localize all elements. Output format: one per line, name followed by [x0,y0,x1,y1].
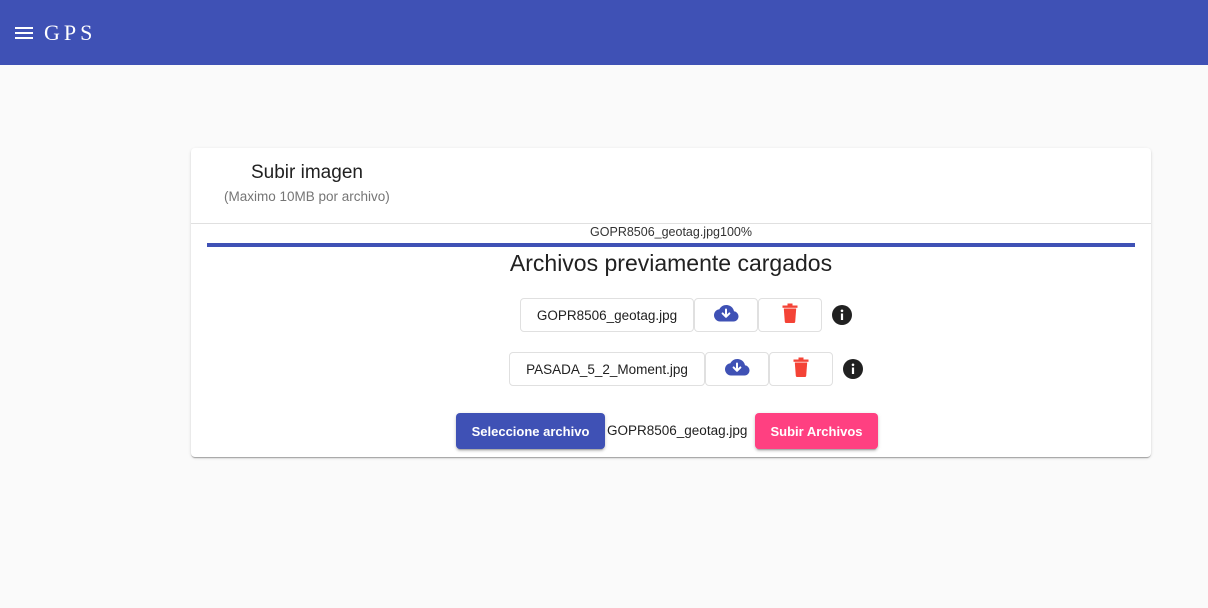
delete-button[interactable] [758,298,822,332]
card-subtitle: (Maximo 10MB por archivo) [224,189,390,204]
download-button[interactable] [705,352,769,386]
upload-progress-label: GOPR8506_geotag.jpg100% [590,225,752,239]
cloud-download-icon [724,357,750,382]
info-icon[interactable] [832,305,852,325]
card-title: Subir imagen [251,162,363,183]
info-icon[interactable] [843,359,863,379]
file-name-button[interactable]: PASADA_5_2_Moment.jpg [509,352,705,386]
upload-progress-fill [207,243,1135,247]
file-row: GOPR8506_geotag.jpg [520,297,852,333]
upload-actions: Seleccione archivo GOPR8506_geotag.jpg S… [191,413,1151,449]
download-button[interactable] [694,298,758,332]
selected-file-name: GOPR8506_geotag.jpg [607,423,748,438]
upload-progress-bar [207,243,1135,247]
trash-icon [793,357,809,382]
cloud-download-icon [713,303,739,328]
upload-files-button[interactable]: Subir Archivos [755,413,878,449]
delete-button[interactable] [769,352,833,386]
card-header: Subir imagen (Maximo 10MB por archivo) [191,148,1151,224]
app-title: GPS [44,19,97,45]
top-toolbar: GPS [0,0,1208,65]
select-file-button[interactable]: Seleccione archivo [456,413,605,449]
file-name-button[interactable]: GOPR8506_geotag.jpg [520,298,694,332]
trash-icon [782,303,798,328]
upload-card: Subir imagen (Maximo 10MB por archivo) G… [191,148,1151,457]
file-row: PASADA_5_2_Moment.jpg [509,351,863,387]
menu-icon[interactable] [13,22,35,44]
previous-files-title: Archivos previamente cargados [509,250,833,276]
